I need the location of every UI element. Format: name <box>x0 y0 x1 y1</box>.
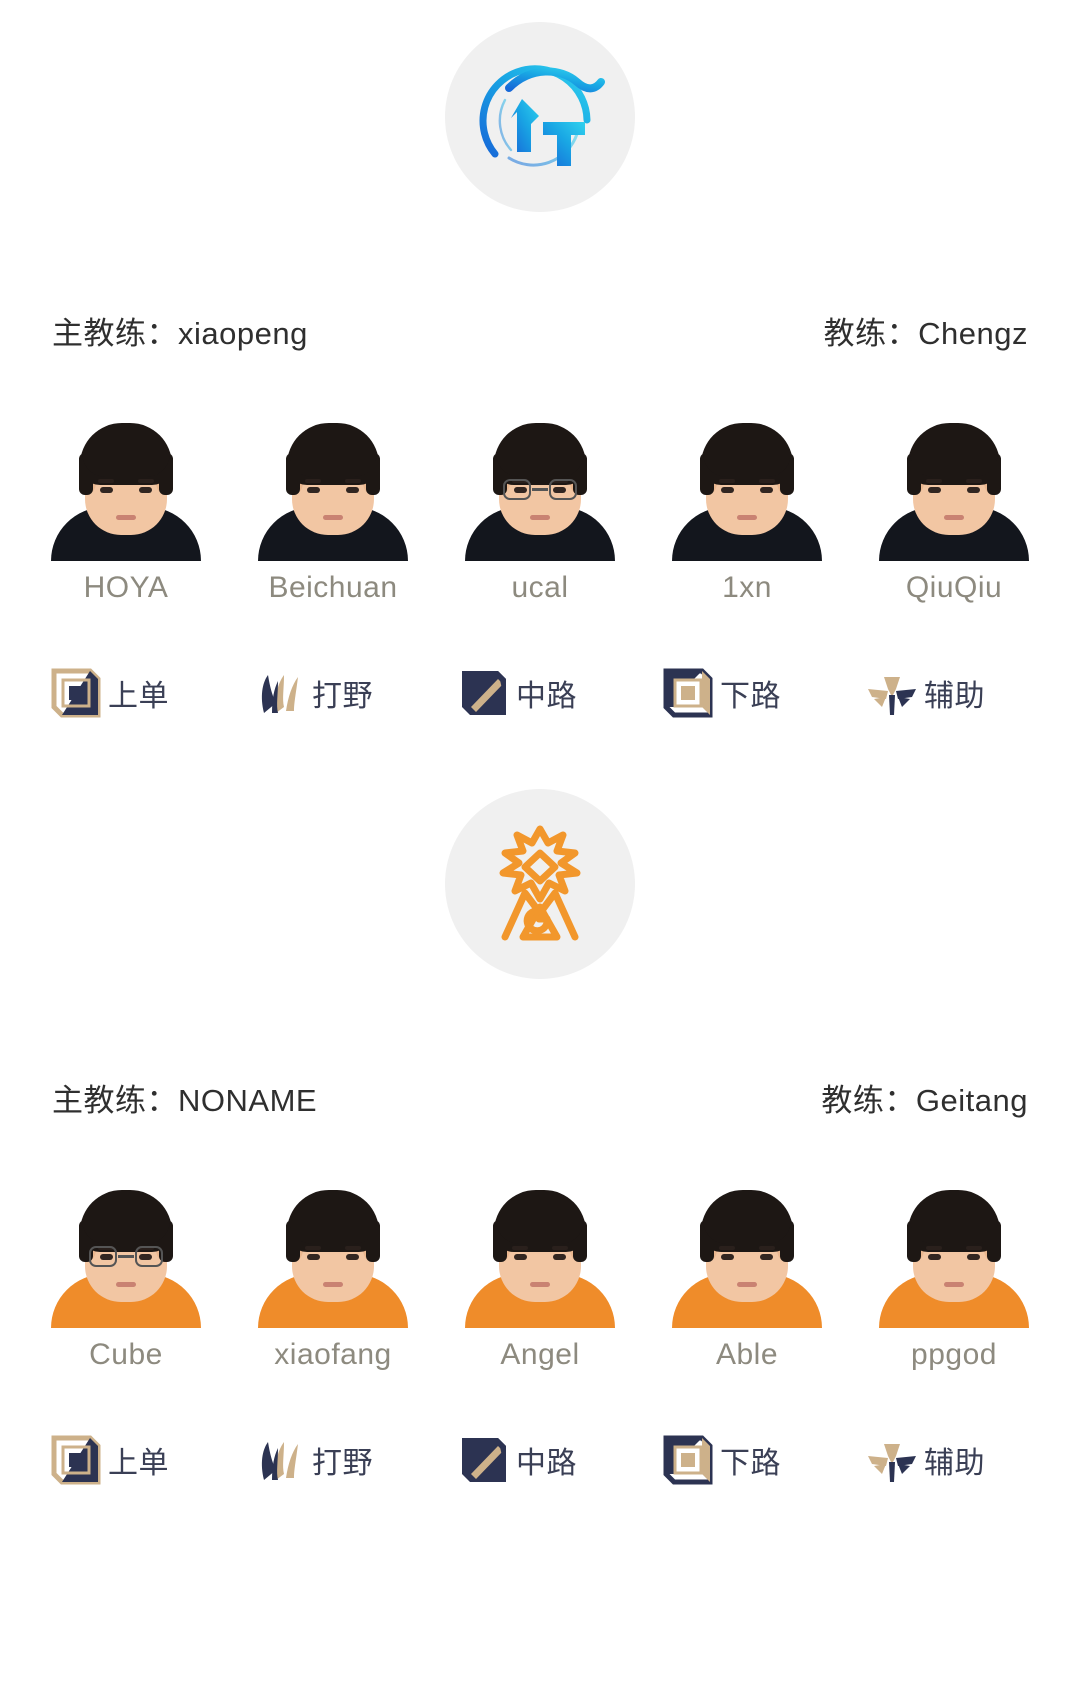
team-block-1: 主教练：xiaopeng 教练：Chengz HOYA Beichuan uca… <box>0 0 1080 719</box>
role-label: 辅助 <box>924 1447 985 1480</box>
role-top-lane[interactable]: 上单 <box>50 667 214 719</box>
bot-lane-icon <box>662 1434 714 1486</box>
team-logo-wrap-2 <box>0 789 1080 979</box>
glasses-icon <box>503 479 577 501</box>
role-label: 打野 <box>312 1447 373 1480</box>
player-name: Cube <box>89 1338 163 1371</box>
player-card[interactable]: ucal <box>458 409 622 605</box>
role-bot-lane[interactable]: 下路 <box>662 1434 826 1486</box>
role-row-1: 上单 打野 中路 下路 辅助 <box>0 667 1080 719</box>
jungle-icon <box>254 1434 306 1486</box>
role-label: 中路 <box>516 680 577 713</box>
player-card[interactable]: ppgod <box>872 1176 1036 1372</box>
role-label: 上单 <box>108 1447 169 1480</box>
player-name: Angel <box>500 1338 580 1371</box>
player-portrait <box>458 409 622 561</box>
player-portrait <box>251 1176 415 1328</box>
top-lane-icon <box>50 1434 102 1486</box>
player-portrait <box>872 409 1036 561</box>
role-jungle[interactable]: 打野 <box>254 667 418 719</box>
player-name: ppgod <box>911 1338 997 1371</box>
role-label: 上单 <box>108 680 169 713</box>
esports-team-roster-page: 主教练：xiaopeng 教练：Chengz HOYA Beichuan uca… <box>0 0 1080 1693</box>
support-icon <box>866 1434 918 1486</box>
top-lane-icon <box>50 667 102 719</box>
head-coach-label-2: 主教练：NONAME <box>52 1083 318 1118</box>
bot-lane-icon <box>662 667 714 719</box>
role-bot-lane[interactable]: 下路 <box>662 667 826 719</box>
role-mid-lane[interactable]: 中路 <box>458 667 622 719</box>
mid-lane-icon <box>458 667 510 719</box>
player-portrait <box>44 409 208 561</box>
player-portrait <box>665 409 829 561</box>
player-card[interactable]: HOYA <box>44 409 208 605</box>
coach-row-1: 主教练：xiaopeng 教练：Chengz <box>0 308 1080 353</box>
coach-label-1: 教练：Chengz <box>823 316 1028 351</box>
head-coach-label-1: 主教练：xiaopeng <box>52 316 308 351</box>
role-top-lane[interactable]: 上单 <box>50 1434 214 1486</box>
player-card[interactable]: xiaofang <box>251 1176 415 1372</box>
player-portrait <box>44 1176 208 1328</box>
coach-row-2: 主教练：NONAME 教练：Geitang <box>0 1075 1080 1120</box>
player-portrait <box>665 1176 829 1328</box>
player-name: 1xn <box>722 571 772 604</box>
role-label: 中路 <box>516 1447 577 1480</box>
tt-team-logo[interactable] <box>445 22 635 212</box>
role-mid-lane[interactable]: 中路 <box>458 1434 622 1486</box>
jungle-icon <box>254 667 306 719</box>
team-block-2: 主教练：NONAME 教练：Geitang Cube xiaofang Ange… <box>0 719 1080 1486</box>
support-icon <box>866 667 918 719</box>
player-row-2: Cube xiaofang Angel Able ppgod <box>0 1176 1080 1372</box>
player-name: ucal <box>511 571 569 604</box>
mid-lane-icon <box>458 1434 510 1486</box>
lgd-team-logo[interactable] <box>445 789 635 979</box>
player-name: QiuQiu <box>905 571 1003 604</box>
player-portrait <box>251 409 415 561</box>
role-support[interactable]: 辅助 <box>866 1434 1030 1486</box>
player-card[interactable]: Able <box>665 1176 829 1372</box>
player-name: xiaofang <box>274 1338 392 1371</box>
role-label: 下路 <box>720 1447 781 1480</box>
player-card[interactable]: Angel <box>458 1176 622 1372</box>
role-label: 辅助 <box>924 680 985 713</box>
role-label: 打野 <box>312 680 373 713</box>
player-card[interactable]: QiuQiu <box>872 409 1036 605</box>
player-row-1: HOYA Beichuan ucal 1xn QiuQiu <box>0 409 1080 605</box>
player-name: Able <box>715 1338 779 1371</box>
player-name: Beichuan <box>268 571 398 604</box>
player-card[interactable]: Beichuan <box>251 409 415 605</box>
role-support[interactable]: 辅助 <box>866 667 1030 719</box>
role-jungle[interactable]: 打野 <box>254 1434 418 1486</box>
role-label: 下路 <box>720 680 781 713</box>
player-card[interactable]: Cube <box>44 1176 208 1372</box>
player-card[interactable]: 1xn <box>665 409 829 605</box>
team-logo-wrap-1 <box>0 22 1080 212</box>
player-portrait <box>458 1176 622 1328</box>
player-portrait <box>872 1176 1036 1328</box>
role-row-2: 上单 打野 中路 下路 辅助 <box>0 1434 1080 1486</box>
player-name: HOYA <box>83 571 169 604</box>
coach-label-2: 教练：Geitang <box>821 1083 1028 1118</box>
glasses-icon <box>89 1246 163 1268</box>
